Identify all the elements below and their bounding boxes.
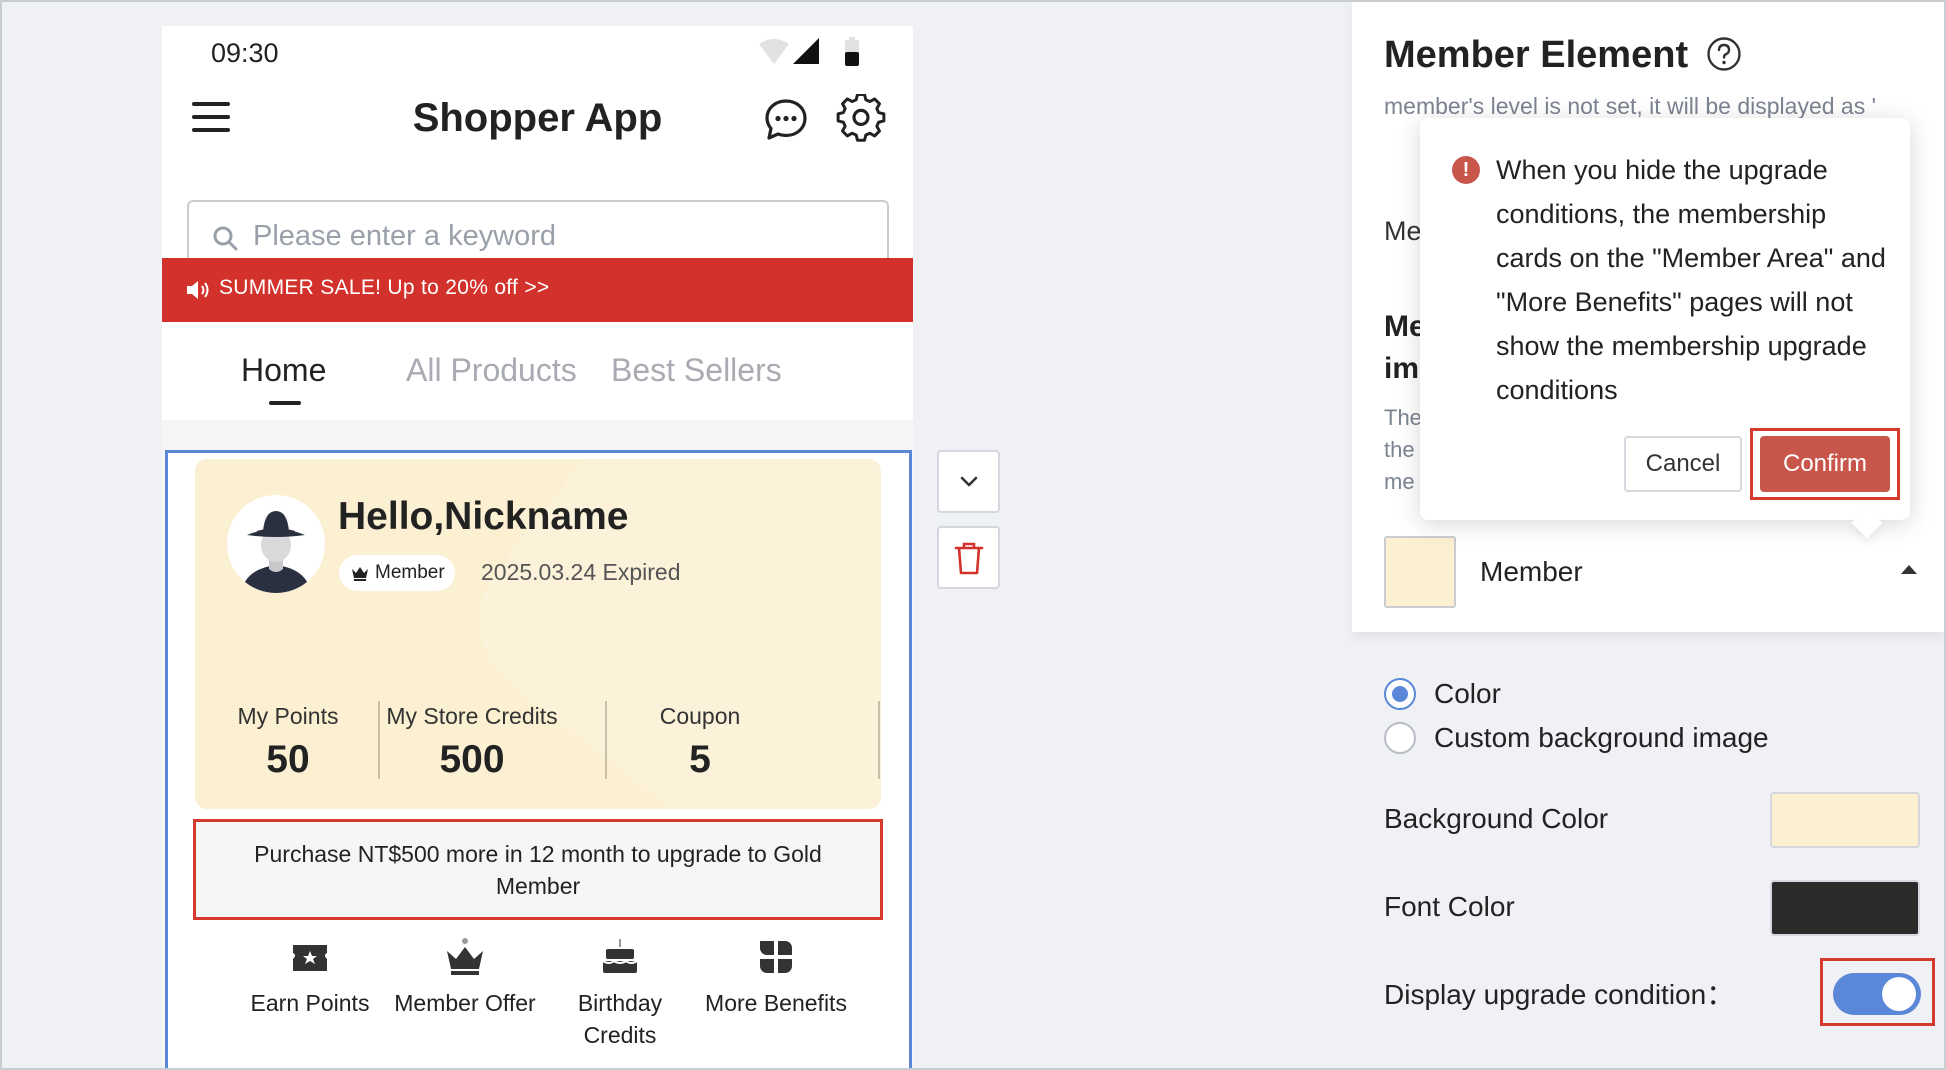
help-icon[interactable] bbox=[1706, 36, 1742, 72]
phone-preview: 09:30 Shopper App Please enter a keyword… bbox=[162, 26, 913, 1070]
toggle-knob bbox=[1882, 977, 1916, 1011]
confirm-button[interactable]: Confirm bbox=[1760, 436, 1890, 492]
wifi-icon bbox=[759, 39, 789, 64]
quick-link-label: More Benefits bbox=[705, 990, 847, 1016]
status-icons bbox=[759, 37, 859, 66]
stat-coupon[interactable]: Coupon 5 bbox=[587, 703, 813, 782]
panel-title: Member Element bbox=[1384, 34, 1689, 76]
avatar bbox=[227, 495, 325, 593]
crown-icon bbox=[352, 567, 368, 581]
member-badge-label: Member bbox=[375, 562, 445, 583]
expiry-date: 2025.03.24 Expired bbox=[481, 559, 681, 585]
toggle-highlight bbox=[1820, 958, 1935, 1026]
stat-store-credits[interactable]: My Store Credits 500 bbox=[359, 703, 585, 782]
collapse-caret-icon[interactable] bbox=[1901, 565, 1917, 574]
sale-banner[interactable]: SUMMER SALE! Up to 20% off >> bbox=[162, 258, 913, 322]
warning-icon: ! bbox=[1452, 156, 1480, 184]
radio-custom-background[interactable]: Custom background image bbox=[1384, 722, 1769, 754]
radio-button[interactable] bbox=[1384, 722, 1416, 754]
card-greeting: Hello,Nickname bbox=[338, 495, 629, 538]
member-level-label: Me bbox=[1384, 216, 1422, 246]
stat-label: My Store Credits bbox=[386, 703, 558, 729]
cake-icon bbox=[602, 939, 638, 973]
quick-link-more-benefits[interactable]: More Benefits bbox=[701, 937, 851, 1019]
chevron-down-icon bbox=[960, 476, 977, 486]
radio-label: Color bbox=[1434, 678, 1501, 709]
search-icon bbox=[213, 226, 238, 251]
app-header: Shopper App bbox=[162, 76, 913, 164]
background-color-label: Background Color bbox=[1384, 803, 1609, 834]
speaker-icon bbox=[187, 281, 209, 299]
crown-icon bbox=[447, 938, 483, 975]
popover-message: When you hide the upgrade conditions, th… bbox=[1496, 155, 1886, 405]
battery-icon bbox=[845, 37, 859, 66]
display-upgrade-label: Display upgrade condition： bbox=[1384, 979, 1735, 1010]
background-color-picker[interactable] bbox=[1770, 792, 1920, 848]
delete-button[interactable] bbox=[937, 526, 1000, 589]
gear-icon[interactable] bbox=[836, 94, 886, 144]
display-upgrade-toggle[interactable] bbox=[1833, 973, 1921, 1015]
member-element-block[interactable]: Hello,Nickname Member 2025.03.24 Expired… bbox=[165, 450, 912, 1070]
move-down-button[interactable] bbox=[937, 450, 1000, 513]
stat-label: Coupon bbox=[659, 703, 741, 729]
font-color-label: Font Color bbox=[1384, 891, 1515, 922]
confirm-popover: ! When you hide the upgrade conditions, … bbox=[1420, 118, 1910, 539]
confirm-highlight: Confirm bbox=[1750, 428, 1900, 500]
stat-divider bbox=[878, 701, 880, 779]
radio-label: Custom background image bbox=[1434, 722, 1769, 753]
level-color-swatch[interactable] bbox=[1384, 536, 1456, 608]
tab-best-sellers[interactable]: Best Sellers bbox=[611, 352, 782, 389]
sale-banner-text: SUMMER SALE! Up to 20% off >> bbox=[219, 276, 550, 299]
status-bar: 09:30 bbox=[162, 26, 913, 76]
quick-link-earn-points[interactable]: Earn Points bbox=[235, 937, 385, 1019]
quick-link-label: Birthday Credits bbox=[577, 990, 663, 1048]
ticket-star-icon bbox=[293, 945, 327, 971]
nav-tabs: Home All Products Best Sellers bbox=[162, 322, 913, 420]
search-input[interactable] bbox=[253, 216, 853, 256]
quick-link-label: Earn Points bbox=[250, 990, 370, 1016]
tab-home[interactable]: Home bbox=[241, 352, 326, 389]
active-tab-indicator bbox=[269, 401, 301, 405]
stat-value: 5 bbox=[689, 738, 711, 781]
chat-icon[interactable] bbox=[762, 96, 810, 144]
quick-link-birthday-credits[interactable]: Birthday Credits bbox=[545, 937, 695, 1051]
quick-link-label: Member Offer bbox=[394, 990, 536, 1016]
radio-button[interactable] bbox=[1384, 678, 1416, 710]
member-card: Hello,Nickname Member 2025.03.24 Expired… bbox=[195, 459, 881, 809]
avatar-person-icon bbox=[241, 511, 311, 593]
grid-icon bbox=[760, 941, 792, 973]
level-name: Member bbox=[1480, 556, 1583, 587]
member-level-badge: Member bbox=[339, 555, 455, 591]
signal-icon bbox=[793, 38, 819, 64]
status-time: 09:30 bbox=[211, 38, 279, 68]
upgrade-condition: Purchase NT$500 more in 12 month to upgr… bbox=[193, 819, 883, 920]
font-color-picker[interactable] bbox=[1770, 880, 1920, 936]
tab-all-products[interactable]: All Products bbox=[406, 352, 577, 389]
quick-link-member-offer[interactable]: Member Offer bbox=[390, 937, 540, 1019]
trash-icon bbox=[954, 542, 983, 574]
stat-value: 500 bbox=[439, 738, 505, 781]
cancel-button[interactable]: Cancel bbox=[1624, 436, 1742, 492]
radio-color[interactable]: Color bbox=[1384, 678, 1501, 710]
